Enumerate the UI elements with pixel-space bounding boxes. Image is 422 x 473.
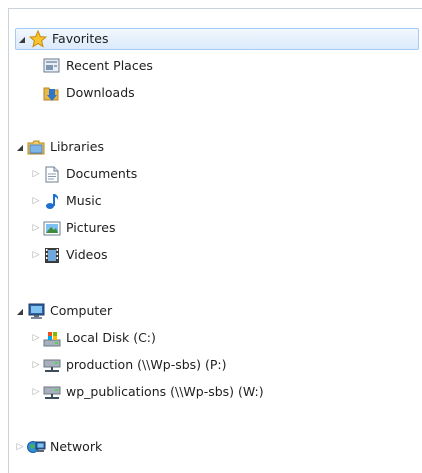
tree-node-label: Libraries (50, 139, 104, 154)
videos-icon (42, 246, 62, 264)
tree-item-videos[interactable]: ▷ Videos (14, 244, 108, 266)
network-drive-icon (42, 356, 62, 374)
documents-icon (42, 165, 62, 183)
star-icon (28, 30, 48, 48)
expand-arrow-open-icon[interactable]: ◢ (16, 28, 28, 50)
tree-item-label: Recent Places (66, 58, 153, 73)
tree-item-label: Music (66, 193, 102, 208)
expand-arrow-closed-icon[interactable]: ▷ (14, 436, 26, 458)
tree-item-label: wp_publications (\\Wp-sbs) (W:) (66, 384, 264, 399)
tree-item-label: production (\\Wp-sbs) (P:) (66, 357, 227, 372)
expand-arrow-closed-icon[interactable]: ▷ (30, 217, 42, 239)
music-icon (42, 192, 62, 210)
expand-arrow-closed-icon[interactable]: ▷ (30, 190, 42, 212)
tree-item-downloads[interactable]: Downloads (14, 82, 135, 104)
tree-item-label: Downloads (66, 85, 135, 100)
computer-icon (26, 302, 46, 320)
network-icon (26, 438, 46, 456)
tree-node-network[interactable]: ▷ Network (14, 436, 103, 458)
recent-places-icon (42, 57, 62, 75)
downloads-folder-icon (42, 84, 62, 102)
tree-item-wp-publications-drive[interactable]: ▷ wp_publications (\\Wp-sbs) (W:) (14, 381, 264, 403)
expand-arrow-closed-icon[interactable]: ▷ (30, 163, 42, 185)
tree-node-computer[interactable]: ◢ Computer (14, 300, 112, 322)
expand-arrow-closed-icon[interactable]: ▷ (30, 244, 42, 266)
tree-item-local-disk[interactable]: ▷ Local Disk (C:) (14, 327, 156, 349)
local-disk-icon (42, 329, 62, 347)
tree-node-libraries[interactable]: ◢ Libraries (14, 136, 104, 158)
tree-item-production-drive[interactable]: ▷ production (\\Wp-sbs) (P:) (14, 354, 227, 376)
expand-arrow-closed-icon[interactable]: ▷ (30, 327, 42, 349)
pictures-icon (42, 219, 62, 237)
expand-arrow-closed-icon[interactable]: ▷ (30, 381, 42, 403)
tree-item-pictures[interactable]: ▷ Pictures (14, 217, 116, 239)
tree-node-label: Network (50, 439, 103, 454)
libraries-icon (26, 138, 46, 156)
network-drive-icon (42, 383, 62, 401)
expand-arrow-closed-icon[interactable]: ▷ (30, 354, 42, 376)
tree-item-label: Local Disk (C:) (66, 330, 156, 345)
tree-item-music[interactable]: ▷ Music (14, 190, 102, 212)
tree-item-recent-places[interactable]: Recent Places (14, 55, 153, 77)
tree-item-label: Pictures (66, 220, 116, 235)
tree-item-label: Videos (66, 247, 108, 262)
tree-item-documents[interactable]: ▷ Documents (14, 163, 137, 185)
navigation-pane: ◢ Favorites Recent Places Downloads ◢ Li… (8, 8, 422, 473)
tree-node-label: Computer (50, 303, 113, 318)
tree-item-label: Documents (66, 166, 138, 181)
tree-node-favorites[interactable]: ◢ Favorites (15, 28, 419, 50)
expand-arrow-open-icon[interactable]: ◢ (14, 136, 26, 158)
tree-node-label: Favorites (52, 31, 109, 46)
expand-arrow-open-icon[interactable]: ◢ (14, 300, 26, 322)
